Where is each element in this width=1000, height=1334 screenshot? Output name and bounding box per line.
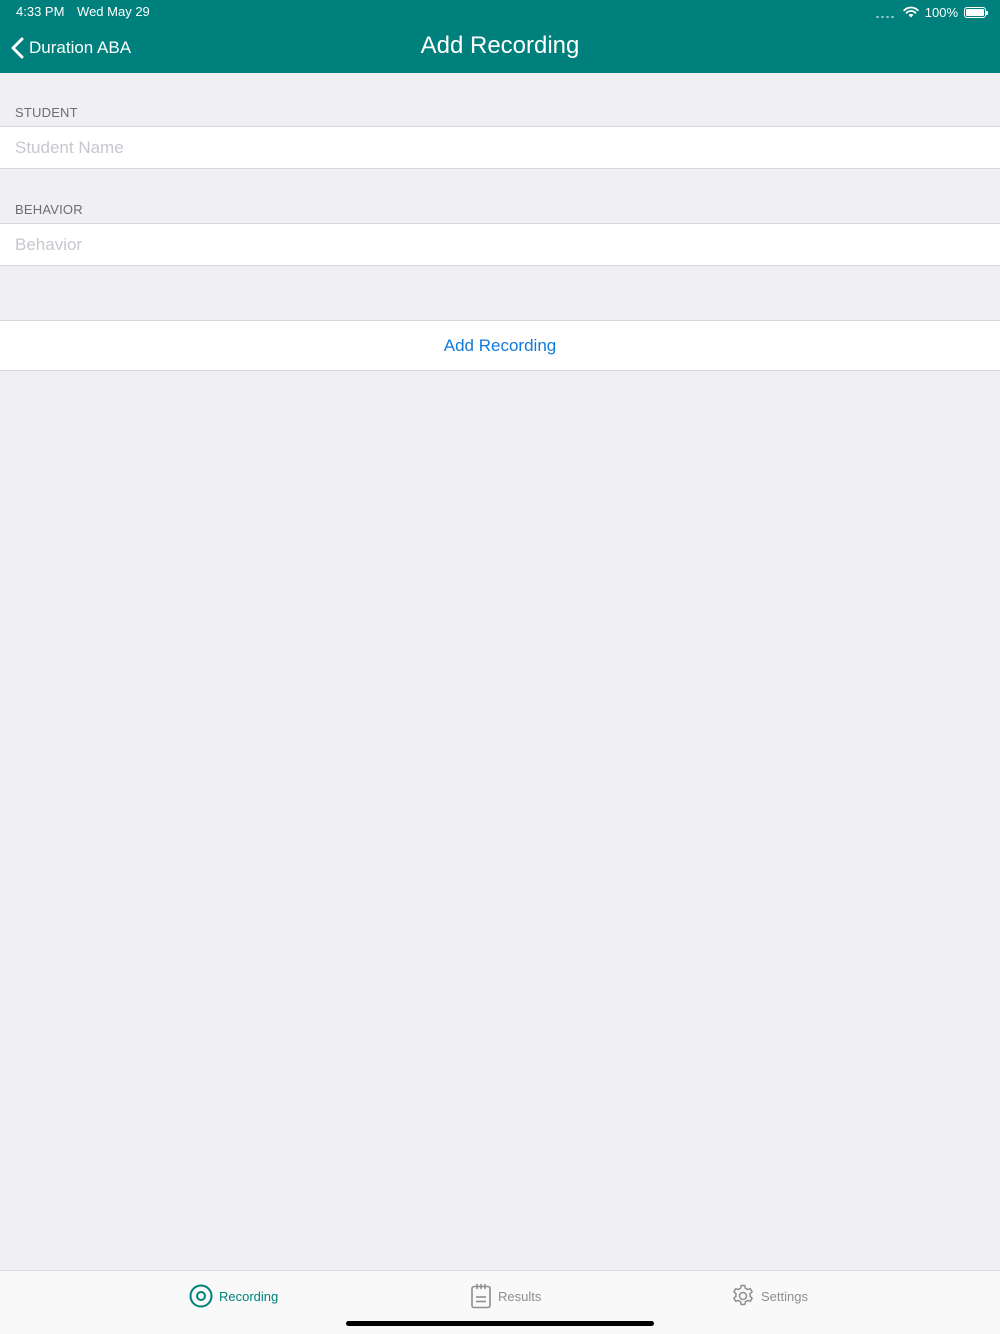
student-name-input[interactable]	[0, 127, 960, 168]
tab-settings[interactable]: Settings	[731, 1283, 808, 1309]
tab-recording-label: Recording	[219, 1288, 279, 1304]
gear-icon	[733, 1284, 753, 1306]
status-bar-left: 4:33 PM Wed May 29	[16, 5, 159, 19]
behavior-cell	[0, 223, 1000, 266]
student-section-header: STUDENT	[15, 105, 78, 120]
behavior-input[interactable]	[0, 224, 960, 265]
add-recording-button[interactable]: Add Recording	[0, 320, 1000, 371]
tab-results[interactable]: Results	[470, 1283, 541, 1309]
clipboard-icon	[471, 1283, 491, 1309]
target-icon	[189, 1284, 213, 1308]
home-indicator	[346, 1321, 654, 1326]
battery-percent: 100%	[924, 4, 958, 20]
page-title: Add Recording	[420, 32, 580, 59]
battery-icon	[964, 6, 988, 18]
status-bar-right: 100%	[875, 4, 988, 20]
tab-recording[interactable]: Recording	[189, 1283, 278, 1309]
wifi-icon	[903, 6, 919, 18]
status-time: 4:33 PM	[16, 4, 65, 19]
behavior-section-header: BEHAVIOR	[15, 202, 83, 217]
status-date: Wed May 29	[77, 4, 150, 19]
tab-settings-label: Settings	[761, 1288, 808, 1304]
signal-icon	[875, 6, 894, 18]
navigation-bar: 4:33 PM Wed May 29 100% Duration ABA Add…	[0, 0, 1000, 73]
student-cell	[0, 126, 1000, 169]
tab-results-label: Results	[498, 1288, 542, 1304]
